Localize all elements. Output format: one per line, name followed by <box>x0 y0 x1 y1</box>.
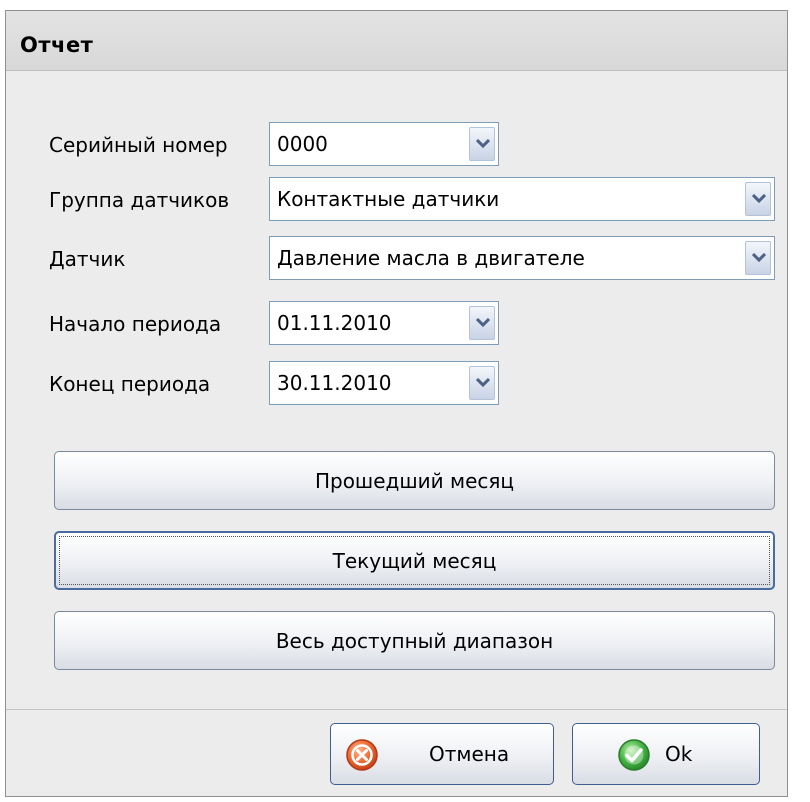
ok-label: Ok <box>665 742 693 766</box>
period-start-label: Начало периода <box>49 312 222 336</box>
title-bar: Отчет <box>6 11 787 71</box>
cancel-label: Отмена <box>429 742 510 766</box>
sensor-dropdown-button[interactable] <box>745 241 771 275</box>
footer-divider <box>6 709 787 710</box>
period-start-value: 01.11.2010 <box>277 311 392 335</box>
sensor-group-value: Контактные датчики <box>277 187 500 211</box>
sensor-select[interactable]: Давление масла в двигателе <box>269 236 775 280</box>
sensor-group-select[interactable]: Контактные датчики <box>269 177 775 221</box>
chevron-down-icon <box>476 139 490 149</box>
report-dialog: Отчет Серийный номер 0000 Группа датчико… <box>5 10 788 797</box>
period-end-dropdown-button[interactable] <box>469 366 495 400</box>
sensor-label: Датчик <box>49 247 126 271</box>
ok-check-icon <box>617 738 651 776</box>
serial-label: Серийный номер <box>49 133 228 157</box>
window-title: Отчет <box>20 33 94 57</box>
full-range-button[interactable]: Весь доступный диапазон <box>54 611 775 670</box>
last-month-button[interactable]: Прошедший месяц <box>54 451 775 510</box>
cancel-icon <box>345 738 379 776</box>
ok-button[interactable]: Ok <box>572 723 760 785</box>
sensor-group-label: Группа датчиков <box>49 188 230 212</box>
chevron-down-icon <box>752 194 766 204</box>
period-end-select[interactable]: 30.11.2010 <box>269 361 499 405</box>
period-end-label: Конец периода <box>49 372 211 396</box>
period-end-value: 30.11.2010 <box>277 371 392 395</box>
sensor-value: Давление масла в двигателе <box>277 246 585 270</box>
serial-select[interactable]: 0000 <box>269 122 499 166</box>
chevron-down-icon <box>752 253 766 263</box>
chevron-down-icon <box>476 378 490 388</box>
sensor-group-dropdown-button[interactable] <box>745 182 771 216</box>
period-start-dropdown-button[interactable] <box>469 306 495 340</box>
serial-value: 0000 <box>277 132 328 156</box>
period-start-select[interactable]: 01.11.2010 <box>269 301 499 345</box>
serial-dropdown-button[interactable] <box>469 127 495 161</box>
current-month-button[interactable]: Текущий месяц <box>54 531 775 590</box>
cancel-button[interactable]: Отмена <box>330 723 554 785</box>
chevron-down-icon <box>476 318 490 328</box>
